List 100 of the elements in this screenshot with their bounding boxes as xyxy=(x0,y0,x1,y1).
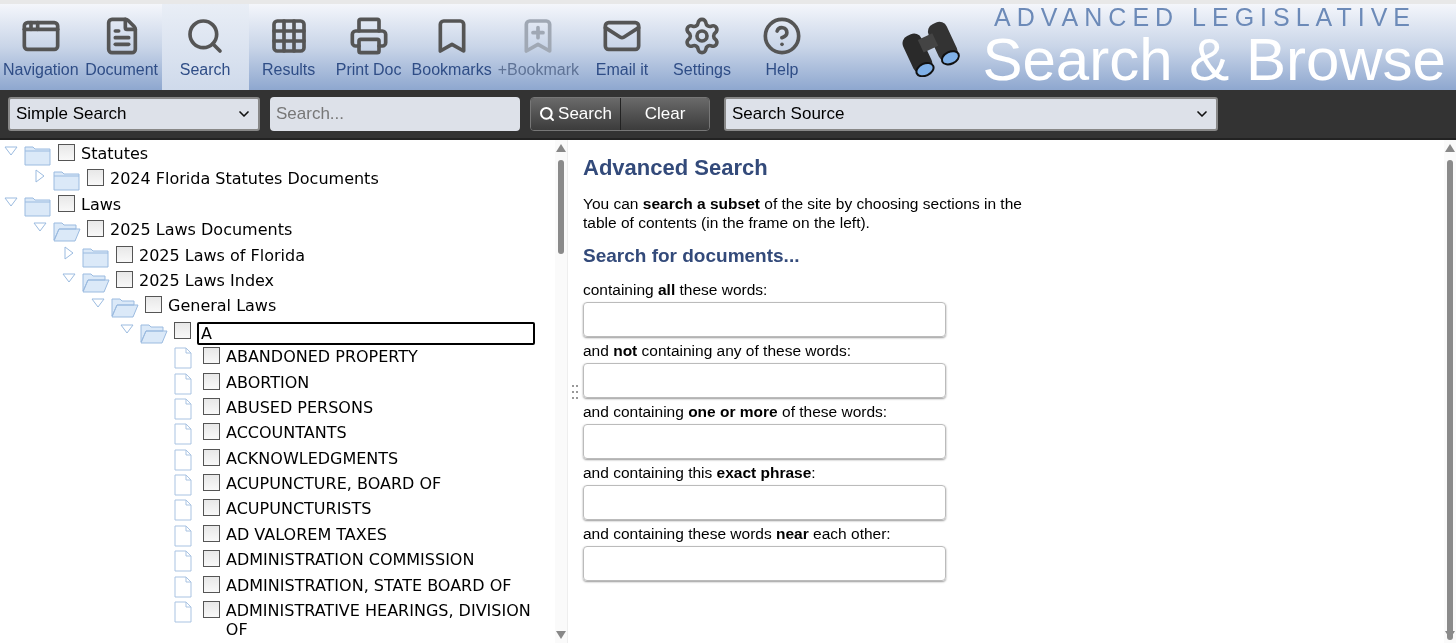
checkbox[interactable] xyxy=(87,169,104,187)
field-label: and containing these words near each other: xyxy=(583,524,892,543)
open-folder-icon xyxy=(82,270,110,293)
collapse-arrow-icon[interactable] xyxy=(62,270,76,285)
tree-item-label[interactable]: AD VALOREM TAXES xyxy=(226,524,387,544)
checkbox[interactable] xyxy=(203,347,220,365)
checkbox[interactable] xyxy=(174,321,191,339)
expand-arrow-icon[interactable] xyxy=(33,169,47,184)
scrollbar-thumb[interactable] xyxy=(558,160,564,254)
open-folder-icon xyxy=(140,321,168,344)
checkbox[interactable] xyxy=(203,575,220,593)
document-icon xyxy=(174,575,192,598)
checkbox[interactable] xyxy=(203,423,220,441)
open-folder-icon xyxy=(111,296,139,319)
tree-item-label[interactable]: A xyxy=(197,321,535,345)
scrollbar-thumb[interactable] xyxy=(1447,160,1453,640)
collapse-arrow-icon[interactable] xyxy=(4,144,18,158)
expand-arrow-icon[interactable] xyxy=(62,245,76,260)
input-field[interactable] xyxy=(583,302,946,337)
tree-item-label[interactable]: ADMINISTRATION COMMISSION xyxy=(226,550,475,570)
toolbar-button[interactable]: Print Doc xyxy=(328,4,409,90)
logo-title: Search & Browse xyxy=(982,30,1446,90)
checkbox[interactable] xyxy=(202,601,220,619)
field-label: and containing this exact phrase: xyxy=(583,463,817,482)
help-icon xyxy=(762,16,802,56)
document-icon xyxy=(174,474,192,497)
document-icon xyxy=(173,601,192,624)
toolbar-button[interactable]: Email it xyxy=(582,4,662,90)
toolbar-button[interactable]: Search xyxy=(161,4,249,90)
tree-item-label[interactable]: 2025 Laws of Florida xyxy=(139,245,305,265)
toolbar-button[interactable]: Settings xyxy=(662,4,742,90)
document-icon xyxy=(174,347,192,370)
tree-item-label[interactable]: 2024 Florida Statutes Documents xyxy=(110,169,379,189)
checkbox[interactable] xyxy=(145,296,162,314)
checkbox[interactable] xyxy=(116,245,133,263)
tree-item-label[interactable]: ABUSED PERSONS xyxy=(226,397,374,417)
tree-item-label[interactable]: 2025 Laws Documents xyxy=(110,220,293,240)
toolbar-button[interactable]: Document xyxy=(81,4,162,90)
resize-grip-icon[interactable] xyxy=(571,384,578,399)
field-label: containing all these words: xyxy=(583,280,769,299)
document-icon xyxy=(174,550,192,573)
document-icon xyxy=(174,524,192,547)
tree-item-label[interactable]: ABANDONED PROPERTY xyxy=(226,347,418,367)
tree-item-label[interactable]: ACCOUNTANTS xyxy=(226,423,347,443)
document-icon xyxy=(174,372,192,395)
input-field[interactable] xyxy=(583,485,946,520)
scroll-up-icon[interactable] xyxy=(1445,144,1455,152)
tree-item-label[interactable]: 2025 Laws Index xyxy=(139,270,275,290)
tree-item-label[interactable]: ADMINISTRATION, STATE BOARD OF xyxy=(226,575,512,595)
tree-item-label[interactable]: ADMINISTRATIVE HEARINGS, DIVISION OF xyxy=(225,601,555,640)
tree-item-label[interactable]: ACUPUNCTURISTS xyxy=(226,499,372,519)
collapse-arrow-icon[interactable] xyxy=(4,194,18,209)
printer-icon xyxy=(348,16,389,56)
folder-icon xyxy=(82,245,110,268)
document-icon xyxy=(174,448,192,471)
search-field[interactable]: Search... xyxy=(270,97,520,131)
field-label: and containing one or more of these words: xyxy=(583,402,889,421)
search-source-select[interactable]: Search Source xyxy=(724,97,1218,131)
field-label: and not containing any of these words: xyxy=(583,341,852,360)
checkbox[interactable] xyxy=(203,524,220,542)
clear-button[interactable]: Clear xyxy=(621,98,709,130)
checkbox[interactable] xyxy=(203,550,220,568)
checkbox[interactable] xyxy=(87,220,104,238)
search-icon xyxy=(539,106,556,122)
toolbar-button[interactable]: Results xyxy=(248,4,329,90)
folder-icon xyxy=(53,169,81,192)
search-button[interactable]: Search xyxy=(531,98,621,130)
checkbox[interactable] xyxy=(203,448,220,466)
toolbar-button[interactable]: Bookmarks xyxy=(408,4,495,90)
open-folder-icon xyxy=(53,220,81,243)
tree-item-label[interactable]: Laws xyxy=(81,194,122,214)
intro-text: You can search a subset of the site by choosing sections in the table of contents (in the frame on the left). xyxy=(583,194,1023,232)
checkbox[interactable] xyxy=(116,270,133,288)
checkbox[interactable] xyxy=(58,144,75,161)
scroll-up-icon[interactable] xyxy=(556,144,566,152)
checkbox[interactable] xyxy=(203,499,220,517)
checkbox[interactable] xyxy=(58,194,75,212)
tree-item-label[interactable]: ACUPUNCTURE, BOARD OF xyxy=(226,474,442,494)
document-icon xyxy=(174,397,192,420)
search-mode-select[interactable]: Simple Search xyxy=(8,97,260,131)
document-icon xyxy=(174,499,192,522)
collapse-arrow-icon[interactable] xyxy=(120,321,134,336)
checkbox[interactable] xyxy=(203,397,220,415)
input-field[interactable] xyxy=(583,424,946,459)
checkbox[interactable] xyxy=(203,372,220,390)
toolbar-button[interactable]: Help xyxy=(742,4,822,90)
input-field[interactable] xyxy=(583,363,946,398)
section-title: Search for documents... xyxy=(583,244,801,268)
tree-item-label[interactable]: Statutes xyxy=(81,144,149,163)
input-field[interactable] xyxy=(583,546,946,581)
checkbox[interactable] xyxy=(203,474,220,492)
tree-item-label[interactable]: ACKNOWLEDGMENTS xyxy=(226,448,399,468)
tree-item-label[interactable]: General Laws xyxy=(168,296,277,316)
logo-subtitle: ADVANCED LEGISLATIVE xyxy=(994,4,1416,30)
folder-icon xyxy=(24,144,52,166)
settings-icon xyxy=(682,16,722,56)
scroll-down-icon[interactable] xyxy=(556,631,566,639)
toolbar-button[interactable]: Navigation xyxy=(0,4,82,90)
document-icon xyxy=(174,423,192,446)
tree-item-label[interactable]: ABORTION xyxy=(226,372,310,392)
